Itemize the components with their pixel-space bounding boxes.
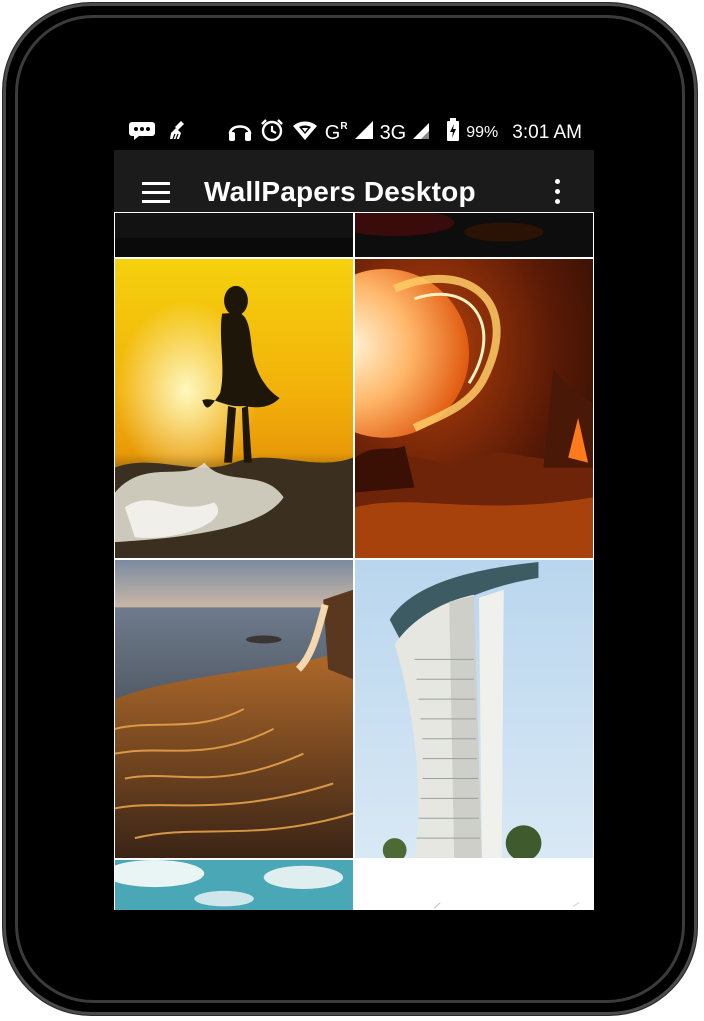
headphones-icon: [227, 118, 253, 148]
roaming-indicator: R: [340, 120, 348, 132]
message-icon: [128, 120, 156, 145]
signal-icon-secondary: [412, 120, 430, 146]
battery-percent: 99%: [466, 124, 499, 141]
app-title: WallPapers Desktop: [204, 176, 476, 207]
battery-icon: [446, 118, 460, 148]
network-type-label: G: [324, 121, 341, 144]
signal-icon: [354, 120, 374, 146]
wallpaper-thumbnail[interactable]: [354, 859, 594, 910]
wallpaper-thumbnail[interactable]: [354, 212, 594, 258]
wifi-icon: [291, 118, 319, 148]
status-bar: GR 3G 99% 3:01 AM: [114, 110, 594, 150]
network-3g-label: 3G: [379, 121, 407, 144]
wallpaper-thumbnail[interactable]: [354, 258, 594, 559]
phone-screen: GR 3G 99% 3:01 AM WallPapers Desktop: [114, 110, 594, 910]
clock: 3:01 AM: [512, 122, 582, 143]
wallpaper-thumbnail[interactable]: [114, 859, 354, 910]
wallpaper-grid: [114, 212, 594, 910]
cleaner-icon: [168, 119, 190, 146]
wallpaper-thumbnail[interactable]: [354, 559, 594, 859]
wallpaper-thumbnail[interactable]: [114, 212, 354, 258]
alarm-icon: [259, 118, 285, 148]
wallpaper-thumbnail[interactable]: [114, 258, 354, 559]
hamburger-menu-icon[interactable]: [134, 174, 178, 210]
wallpaper-thumbnail[interactable]: [114, 559, 354, 859]
more-vert-icon[interactable]: [542, 174, 574, 210]
